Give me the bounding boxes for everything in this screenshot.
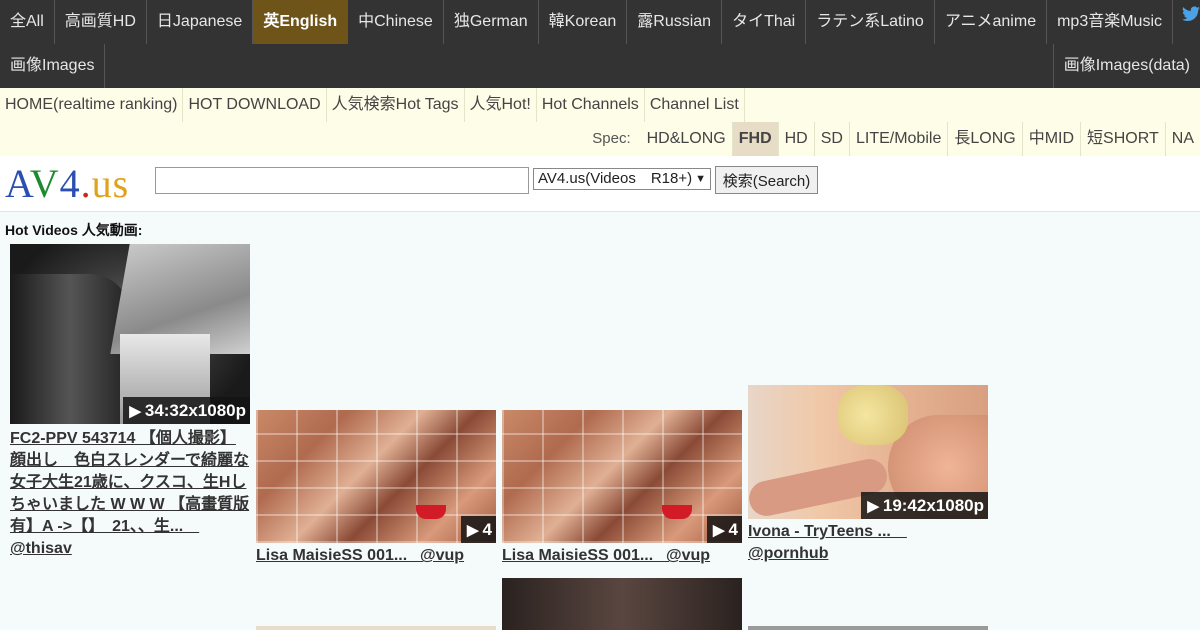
- video-source-link[interactable]: @vup: [420, 545, 464, 567]
- video-thumbnail[interactable]: ▶ 4: [256, 410, 496, 543]
- lang-tab-images[interactable]: 画像Images: [0, 44, 106, 88]
- play-icon: ▶: [466, 522, 479, 539]
- logo-part-a: A: [5, 161, 30, 206]
- site-logo[interactable]: AV4.us: [5, 164, 129, 204]
- nav-hot-channels[interactable]: Hot Channels: [537, 88, 645, 122]
- lang-tab-music[interactable]: mp3音楽Music: [1047, 0, 1174, 44]
- duration-text: 4: [728, 520, 738, 539]
- video-card[interactable]: ▶ 34:32x1080p FC2-PPV 543714 【個人撮影】顔出し 色白…: [10, 244, 250, 560]
- duration-badge: ▶ 4: [460, 516, 496, 543]
- lang-tab-russian[interactable]: 露Russian: [627, 0, 723, 44]
- duration-badge: ▶ 19:42x1080p: [861, 492, 988, 519]
- video-thumbnail-partial[interactable]: [748, 626, 988, 630]
- video-title-link[interactable]: FC2-PPV 543714 【個人撮影】顔出し 色白スレンダーで綺麗な女子大生…: [10, 428, 250, 538]
- logo-part-dot: .: [80, 161, 92, 206]
- duration-badge: ▶ 34:32x1080p: [123, 397, 250, 424]
- search-scope-select[interactable]: AV4.us(Videos R18+) ▼: [533, 168, 711, 190]
- video-title-link[interactable]: Ivona - TryTeens ...: [748, 521, 988, 543]
- duration-text: 19:42x1080p: [882, 496, 984, 515]
- twitter-icon[interactable]: [1182, 6, 1200, 22]
- section-title: Hot Videos 人気動画:: [5, 222, 143, 238]
- spec-mid[interactable]: 中MID: [1023, 122, 1082, 156]
- spec-sd[interactable]: SD: [815, 122, 850, 156]
- lang-tab-thai[interactable]: タイThai: [722, 0, 807, 44]
- spec-hd-long[interactable]: HD&LONG: [641, 122, 733, 156]
- lang-tab-german[interactable]: 独German: [444, 0, 539, 44]
- spec-fhd[interactable]: FHD: [732, 122, 779, 156]
- nav-hot[interactable]: 人気Hot!: [465, 88, 537, 122]
- duration-text: 34:32x1080p: [144, 401, 246, 420]
- spec-label: Spec:: [592, 130, 631, 147]
- video-source-link[interactable]: @pornhub: [748, 543, 988, 565]
- spec-hd[interactable]: HD: [779, 122, 815, 156]
- lang-tab-hd[interactable]: 高画質HD: [55, 0, 147, 44]
- search-button[interactable]: 検索(Search): [715, 166, 818, 194]
- spec-na[interactable]: NA: [1166, 122, 1200, 156]
- duration-badge: ▶ 4: [706, 516, 742, 543]
- video-source-link[interactable]: @vup: [666, 545, 710, 567]
- language-row-1: 全All 高画質HD 日Japanese 英English 中Chinese 独…: [0, 0, 1174, 44]
- logo-part-4: 4: [59, 161, 81, 206]
- logo-part-v: V: [29, 161, 60, 206]
- main-nav-bar: HOME(realtime ranking) HOT DOWNLOAD 人気検索…: [0, 88, 1200, 156]
- lang-tab-japanese[interactable]: 日Japanese: [147, 0, 254, 44]
- video-thumbnail[interactable]: ▶ 4: [502, 410, 742, 543]
- lang-tab-english[interactable]: 英English: [253, 0, 349, 44]
- language-row-2: 画像Images: [0, 44, 106, 88]
- video-source-link[interactable]: @thisav: [10, 538, 250, 560]
- nav-hot-download[interactable]: HOT DOWNLOAD: [183, 88, 327, 122]
- lang-tab-chinese[interactable]: 中Chinese: [348, 0, 444, 44]
- search-scope-value: AV4.us(Videos R18+): [538, 170, 693, 187]
- spec-filter: Spec: HD&LONG FHD HD SD LITE/Mobile 長LON…: [592, 122, 1200, 156]
- duration-text: 4: [482, 520, 492, 539]
- nav-home[interactable]: HOME(realtime ranking): [0, 88, 184, 122]
- play-icon: ▶: [129, 403, 141, 420]
- play-icon: ▶: [712, 522, 725, 539]
- video-card[interactable]: ▶ 4 Lisa MaisieSS 001...: [256, 410, 496, 567]
- nav-channel-list[interactable]: Channel List: [645, 88, 745, 122]
- lang-tab-all[interactable]: 全All: [0, 0, 55, 44]
- play-icon: ▶: [867, 498, 879, 515]
- main-nav: HOME(realtime ranking) HOT DOWNLOAD 人気検索…: [0, 88, 745, 122]
- video-card[interactable]: ▶ 19:42x1080p Ivona - TryTeens ... @pornh…: [748, 385, 988, 565]
- spec-lite-mobile[interactable]: LITE/Mobile: [850, 122, 949, 156]
- search-input[interactable]: [155, 167, 529, 194]
- spec-long[interactable]: 長LONG: [948, 122, 1023, 156]
- video-card[interactable]: ▶ 4 Lisa MaisieSS 001...: [502, 410, 742, 567]
- video-thumbnail[interactable]: ▶ 34:32x1080p: [10, 244, 250, 424]
- video-thumbnail[interactable]: ▶ 19:42x1080p: [748, 385, 988, 519]
- chevron-down-icon: ▼: [695, 173, 706, 185]
- lang-tab-images-data[interactable]: 画像Images(data): [1052, 44, 1200, 88]
- logo-part-us: us: [91, 161, 130, 206]
- lang-tab-anime[interactable]: アニメanime: [935, 0, 1048, 44]
- video-thumbnail-partial[interactable]: [256, 626, 496, 630]
- spec-short[interactable]: 短SHORT: [1081, 122, 1166, 156]
- search-bar: AV4.us AV4.us(Videos R18+) ▼ 検索(Search): [0, 156, 1200, 212]
- video-thumbnail-partial[interactable]: [502, 578, 742, 630]
- language-nav: 全All 高画質HD 日Japanese 英English 中Chinese 独…: [0, 0, 1200, 88]
- lang-tab-latino[interactable]: ラテン系Latino: [806, 0, 935, 44]
- nav-hot-tags[interactable]: 人気検索Hot Tags: [327, 88, 465, 122]
- lang-tab-korean[interactable]: 韓Korean: [539, 0, 628, 44]
